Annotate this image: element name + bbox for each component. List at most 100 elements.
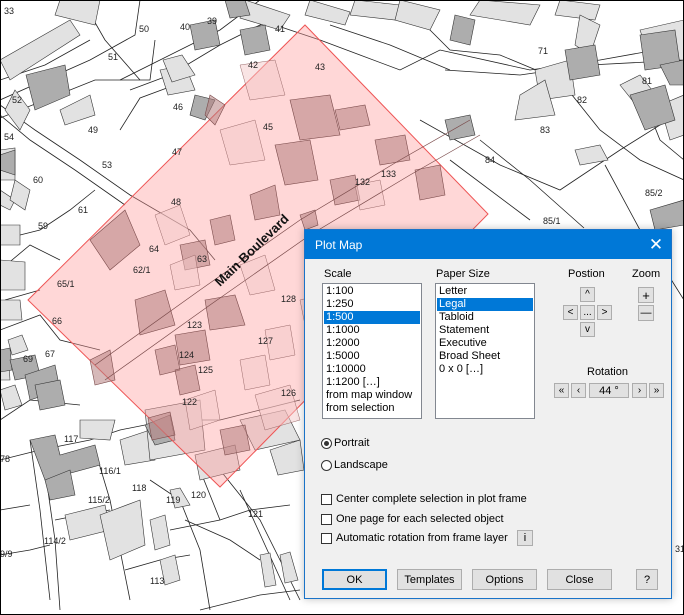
- rotate-back-button[interactable]: ‹: [571, 383, 586, 398]
- rotation-value[interactable]: 44 °: [589, 383, 629, 398]
- svg-text:119: 119: [166, 495, 180, 505]
- svg-text:60: 60: [33, 175, 43, 185]
- scale-listbox[interactable]: 1:100 1:250 1:500 1:1000 1:2000 1:5000 1…: [322, 283, 422, 419]
- svg-text:45: 45: [263, 122, 273, 132]
- svg-text:49: 49: [88, 125, 98, 135]
- templates-button[interactable]: Templates: [397, 569, 462, 590]
- portrait-label: Portrait: [334, 437, 370, 449]
- svg-text:118: 118: [132, 483, 146, 493]
- paper-size-option[interactable]: Tabloid: [437, 311, 533, 324]
- rotation-label: Rotation: [587, 366, 628, 378]
- scale-option[interactable]: 1:1200 […]: [324, 376, 420, 389]
- zoom-in-button[interactable]: +: [638, 287, 654, 303]
- position-up-button[interactable]: ^: [580, 287, 595, 302]
- svg-text:127: 127: [258, 336, 273, 346]
- close-dialog-button[interactable]: Close: [547, 569, 612, 590]
- svg-text:123: 123: [187, 320, 202, 330]
- paper-size-option[interactable]: Letter: [437, 285, 533, 298]
- svg-text:9/9: 9/9: [0, 549, 13, 559]
- svg-text:52: 52: [12, 95, 22, 105]
- paper-size-label: Paper Size: [436, 268, 490, 280]
- svg-text:41: 41: [275, 24, 285, 34]
- close-icon: ✕: [648, 234, 664, 254]
- help-button[interactable]: ?: [636, 569, 658, 590]
- svg-text:59: 59: [38, 221, 48, 231]
- scale-option[interactable]: from map window: [324, 389, 420, 402]
- svg-text:47: 47: [172, 147, 182, 157]
- paper-size-listbox[interactable]: Letter Legal Tabloid Statement Executive…: [435, 283, 535, 419]
- svg-text:126: 126: [281, 388, 296, 398]
- svg-text:48: 48: [171, 197, 181, 207]
- svg-text:54: 54: [4, 132, 14, 142]
- checkbox-box: [321, 532, 332, 544]
- svg-text:133: 133: [381, 169, 396, 179]
- plot-map-dialog: Plot Map ✕ Scale 1:100 1:250 1:500 1:100…: [304, 229, 672, 599]
- svg-text:115/2: 115/2: [88, 495, 110, 505]
- svg-text:50: 50: [139, 24, 149, 34]
- svg-text:69: 69: [23, 354, 33, 364]
- close-button[interactable]: ✕: [641, 230, 671, 259]
- svg-text:81: 81: [642, 76, 652, 86]
- paper-size-option[interactable]: 0 x 0 […]: [437, 363, 533, 376]
- rotate-fast-back-button[interactable]: «: [554, 383, 569, 398]
- svg-text:33: 33: [4, 6, 14, 16]
- svg-text:114/2: 114/2: [44, 536, 66, 546]
- position-label: Postion: [568, 268, 605, 280]
- radio-indicator: [321, 459, 332, 471]
- paper-size-option[interactable]: Statement: [437, 324, 533, 337]
- rotate-fast-forward-button[interactable]: »: [649, 383, 664, 398]
- landscape-radio[interactable]: Landscape: [321, 459, 388, 471]
- rotate-forward-button[interactable]: ›: [632, 383, 647, 398]
- scale-option[interactable]: 1:100: [324, 285, 420, 298]
- svg-text:312: 312: [675, 544, 684, 554]
- scale-option[interactable]: 1:1000: [324, 324, 420, 337]
- position-right-button[interactable]: >: [597, 305, 612, 320]
- auto-rotation-checkbox[interactable]: Automatic rotation from frame layer: [321, 532, 508, 544]
- position-left-button[interactable]: <: [563, 305, 578, 320]
- scale-option[interactable]: from selection: [324, 402, 420, 415]
- scale-option-selected[interactable]: 1:500: [324, 311, 420, 324]
- portrait-radio[interactable]: Portrait: [321, 437, 369, 449]
- info-button[interactable]: i: [517, 530, 533, 546]
- landscape-label: Landscape: [334, 459, 388, 471]
- zoom-label: Zoom: [632, 268, 661, 280]
- paper-size-option[interactable]: Broad Sheet: [437, 350, 533, 363]
- center-selection-checkbox[interactable]: Center complete selection in plot frame: [321, 493, 527, 505]
- svg-text:85/1: 85/1: [543, 216, 561, 226]
- scale-option[interactable]: 1:2000: [324, 337, 420, 350]
- svg-text:82: 82: [577, 95, 587, 105]
- zoom-out-button[interactable]: —: [638, 305, 654, 321]
- center-selection-label: Center complete selection in plot frame: [336, 493, 527, 505]
- radio-selected-indicator: [321, 437, 332, 449]
- scale-label: Scale: [324, 268, 352, 280]
- one-page-each-checkbox[interactable]: One page for each selected object: [321, 513, 504, 525]
- svg-text:83: 83: [540, 125, 550, 135]
- scale-option[interactable]: 1:5000: [324, 350, 420, 363]
- position-down-button[interactable]: v: [580, 322, 595, 337]
- dialog-titlebar[interactable]: Plot Map ✕: [305, 230, 671, 259]
- one-page-each-label: One page for each selected object: [336, 513, 504, 525]
- dialog-title: Plot Map: [315, 237, 363, 252]
- checkbox-box: [321, 493, 332, 505]
- paper-size-option[interactable]: Executive: [437, 337, 533, 350]
- svg-text:124: 124: [179, 350, 194, 360]
- svg-text:39: 39: [207, 16, 217, 26]
- svg-text:116/1: 116/1: [99, 466, 121, 476]
- svg-text:78: 78: [0, 454, 10, 464]
- position-center-button[interactable]: ...: [580, 305, 595, 320]
- svg-text:53: 53: [102, 160, 112, 170]
- svg-text:40: 40: [180, 22, 190, 32]
- auto-rotation-label: Automatic rotation from frame layer: [336, 532, 508, 544]
- scale-option[interactable]: 1:10000: [324, 363, 420, 376]
- svg-text:120: 120: [191, 490, 206, 500]
- ok-button[interactable]: OK: [322, 569, 387, 590]
- paper-size-option-selected[interactable]: Legal: [437, 298, 533, 311]
- options-button[interactable]: Options: [472, 569, 537, 590]
- svg-text:125: 125: [198, 365, 213, 375]
- svg-text:117: 117: [64, 434, 78, 444]
- svg-text:42: 42: [248, 60, 258, 70]
- scale-option[interactable]: 1:250: [324, 298, 420, 311]
- svg-text:65/1: 65/1: [57, 279, 75, 289]
- svg-text:113: 113: [150, 576, 164, 586]
- svg-text:85/2: 85/2: [645, 188, 663, 198]
